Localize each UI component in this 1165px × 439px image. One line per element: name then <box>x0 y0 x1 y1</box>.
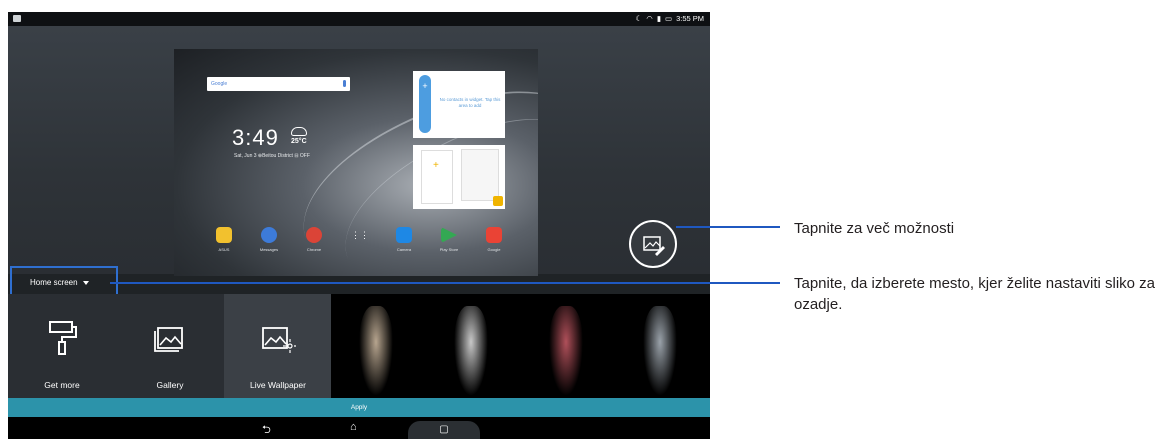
wifi-icon: ◠ <box>646 14 653 23</box>
wallpaper-thumbnail[interactable] <box>615 294 710 404</box>
more-options-button[interactable] <box>629 220 677 268</box>
chevron-down-icon <box>82 280 89 285</box>
contacts-widget: + No contacts in widget. Tap this area t… <box>413 71 505 138</box>
mic-icon <box>343 80 346 87</box>
app-icon: Play Store <box>435 227 463 259</box>
wallpaper-thumbnail[interactable] <box>425 294 521 404</box>
live-wallpaper-icon <box>262 327 296 353</box>
weather-widget: 25°C <box>291 127 307 145</box>
signal-icon: ▮ <box>656 14 661 23</box>
app-icon: Messages <box>255 227 283 259</box>
annotation-choose-location: Tapnite, da izberete mesto, kjer želite … <box>794 275 1156 313</box>
manual-figure: ☾ ◠ ▮ ▭ 3:55 PM Google 3:49 25°C Sat, Ju… <box>0 0 1165 439</box>
app-icon: Chrome <box>300 227 328 259</box>
app-icon: Google <box>480 227 508 259</box>
callout-line-more-options <box>676 226 780 228</box>
app-drawer-icon: ⋮⋮ <box>351 230 369 240</box>
wallpaper-thumbnail[interactable] <box>331 294 426 404</box>
recents-icon[interactable]: ▢ <box>408 421 480 439</box>
status-bar: ☾ ◠ ▮ ▭ 3:55 PM <box>8 12 710 26</box>
wallpaper-options: Get more Gallery Live Wallpaper <box>8 294 332 404</box>
clock-widget: 3:49 <box>232 125 279 150</box>
get-more-option[interactable]: Get more <box>8 294 116 404</box>
preview-area: Google 3:49 25°C Sat, Jun 3 ⊕Beitou Dist… <box>8 26 710 276</box>
back-icon[interactable]: ⮌ <box>262 421 271 439</box>
navigation-bar: ⮌ ⌂ ▢ <box>8 417 710 439</box>
live-wallpaper-option[interactable]: Live Wallpaper <box>224 294 332 404</box>
google-search-widget: Google <box>207 77 350 91</box>
moon-icon: ☾ <box>635 14 643 23</box>
apply-button[interactable]: Apply <box>8 398 710 417</box>
wallpaper-preview: Google 3:49 25°C Sat, Jun 3 ⊕Beitou Dist… <box>174 49 538 276</box>
gallery-icon <box>154 327 183 352</box>
wallpaper-thumbnail[interactable] <box>520 294 616 404</box>
battery-icon: ▭ <box>664 14 673 23</box>
wallpaper-thumbnails <box>331 294 710 404</box>
notification-icon <box>13 15 21 22</box>
annotation-more-options: Tapnite za več možnosti <box>794 220 955 237</box>
status-time: 3:55 PM <box>676 14 704 23</box>
location-dropdown[interactable]: Home screen <box>10 266 118 297</box>
app-icon: ASUS <box>210 227 238 259</box>
home-icon[interactable]: ⌂ <box>350 421 357 433</box>
callout-line-location <box>110 282 780 284</box>
gallery-option[interactable]: Gallery <box>116 294 224 404</box>
edit-image-icon <box>643 236 665 256</box>
app-dock: ASUS Messages Chrome ⋮⋮ Camera Play Stor… <box>210 227 510 261</box>
cloud-icon <box>291 127 307 136</box>
date-line: Sat, Jun 3 ⊕Beitou District ⊟ OFF <box>234 153 310 159</box>
notes-widget: + <box>413 145 505 209</box>
paint-roller-icon <box>49 321 77 355</box>
tablet-screen: ☾ ◠ ▮ ▭ 3:55 PM Google 3:49 25°C Sat, Ju… <box>8 12 710 439</box>
app-icon: Camera <box>390 227 418 259</box>
